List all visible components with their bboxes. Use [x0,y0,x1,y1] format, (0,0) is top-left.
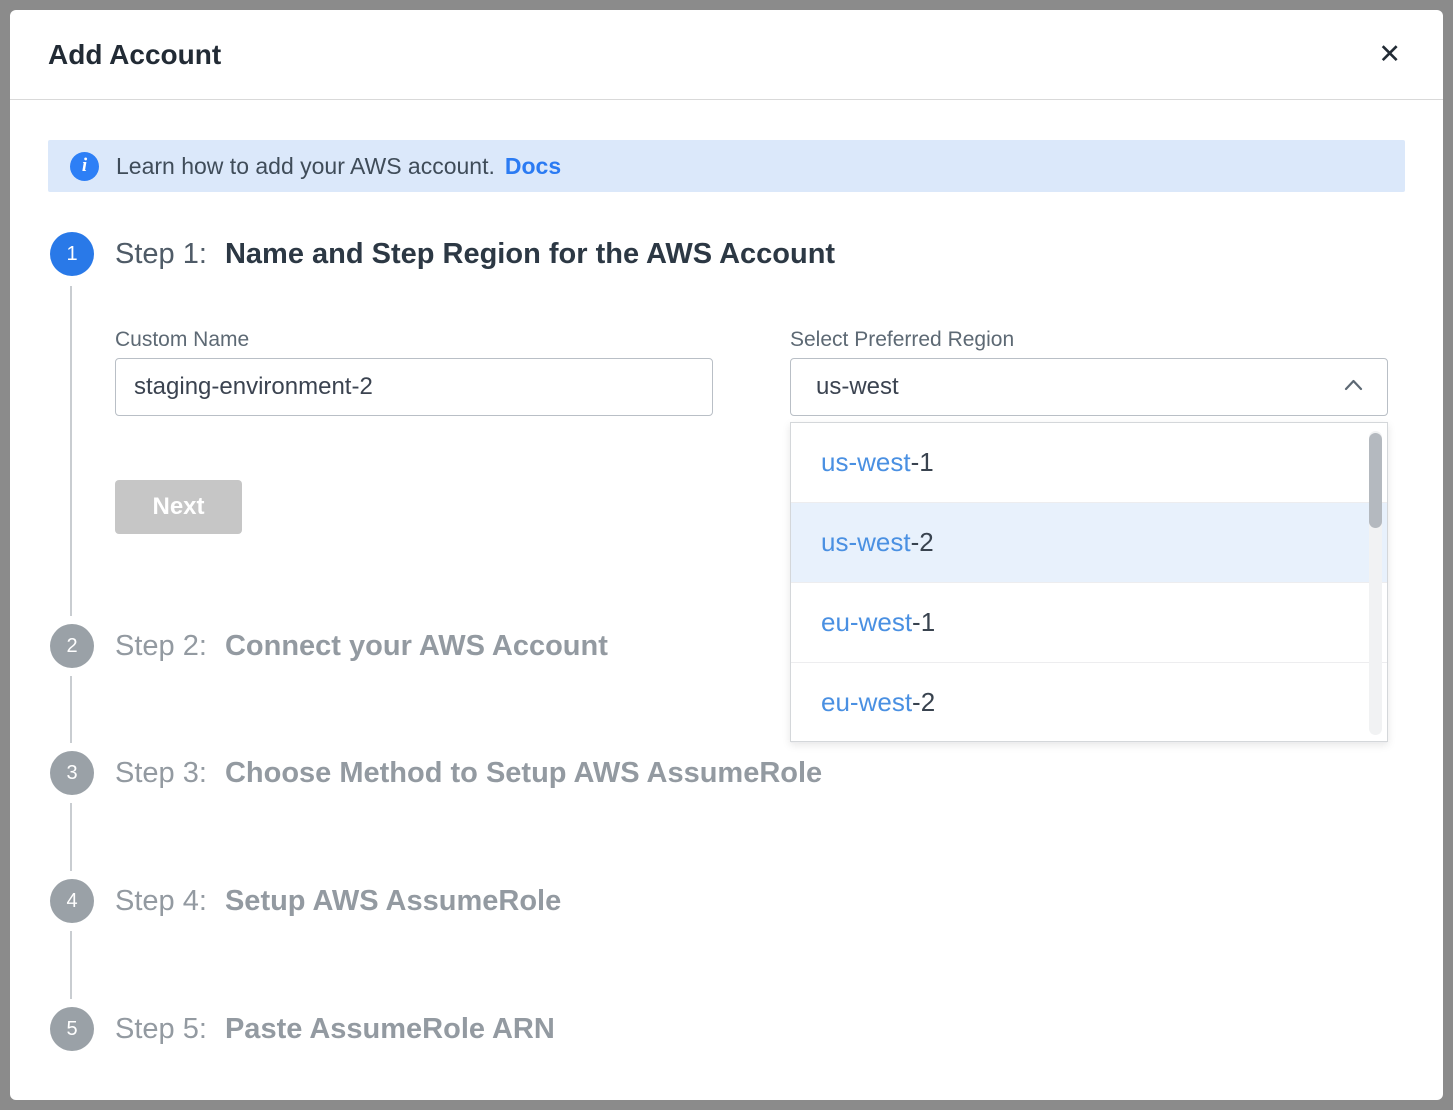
step-1-title: Name and Step Region for the AWS Account [225,238,835,270]
step-3-row: 3 Step 3: Choose Method to Setup AWS Ass… [50,751,822,795]
connector-line-2 [70,676,72,743]
region-option-us-west-1[interactable]: us-west-1 [791,423,1387,503]
step-5-badge: 5 [50,1007,94,1051]
step-1-badge: 1 [50,232,94,276]
connector-line-3 [70,803,72,871]
option-rest-text: -2 [911,527,934,558]
step-1-row: 1 Step 1: Name and Step Region for the A… [50,232,835,276]
add-account-modal: Add Account ✕ i Learn how to add your AW… [10,10,1443,1100]
option-rest-text: -2 [912,687,935,718]
step-4-heading: Step 4: Setup AWS AssumeRole [115,879,561,923]
step-1-prefix: Step 1: [115,238,207,270]
step-2-heading: Step 2: Connect your AWS Account [115,624,608,668]
step-4-prefix: Step 4: [115,885,207,917]
custom-name-label: Custom Name [115,328,249,352]
step-2-badge: 2 [50,624,94,668]
step-3-title: Choose Method to Setup AWS AssumeRole [225,757,822,789]
info-icon: i [70,152,99,181]
step-5-title: Paste AssumeRole ARN [225,1013,555,1045]
option-match-text: eu-west [821,607,912,638]
step-2-title: Connect your AWS Account [225,630,608,662]
step-2-prefix: Step 2: [115,630,207,662]
dropdown-scrollbar-thumb[interactable] [1369,433,1382,528]
region-select[interactable]: us-west [790,358,1388,416]
step-3-prefix: Step 3: [115,757,207,789]
step-5-prefix: Step 5: [115,1013,207,1045]
info-banner: i Learn how to add your AWS account. Doc… [48,140,1405,192]
region-label: Select Preferred Region [790,328,1014,352]
step-5-heading: Step 5: Paste AssumeRole ARN [115,1007,555,1051]
step-5-row: 5 Step 5: Paste AssumeRole ARN [50,1007,555,1051]
step-3-badge: 3 [50,751,94,795]
option-rest-text: -1 [911,447,934,478]
docs-link[interactable]: Docs [505,153,561,180]
step-4-row: 4 Step 4: Setup AWS AssumeRole [50,879,561,923]
option-match-text: eu-west [821,687,912,718]
step-4-title: Setup AWS AssumeRole [225,885,561,917]
step-4-badge: 4 [50,879,94,923]
next-button[interactable]: Next [115,480,242,534]
step-2-row: 2 Step 2: Connect your AWS Account [50,624,608,668]
chevron-up-icon [1344,378,1363,396]
connector-line-1 [70,286,72,616]
option-match-text: us-west [821,527,911,558]
custom-name-input[interactable] [115,358,713,416]
connector-line-4 [70,931,72,999]
option-match-text: us-west [821,447,911,478]
region-select-value: us-west [816,373,899,401]
modal-header: Add Account ✕ [10,10,1443,100]
region-option-us-west-2[interactable]: us-west-2 [791,503,1387,583]
close-icon[interactable]: ✕ [1374,37,1405,72]
banner-text: Learn how to add your AWS account. [116,153,495,180]
region-dropdown: us-west-1 us-west-2 eu-west-1 eu-west-2 [790,422,1388,742]
modal-title: Add Account [48,39,221,71]
region-option-eu-west-1[interactable]: eu-west-1 [791,583,1387,663]
dropdown-scrollbar-track[interactable] [1369,431,1382,735]
option-rest-text: -1 [912,607,935,638]
step-3-heading: Step 3: Choose Method to Setup AWS Assum… [115,751,822,795]
region-option-eu-west-2[interactable]: eu-west-2 [791,663,1387,743]
step-1-heading: Step 1: Name and Step Region for the AWS… [115,232,835,276]
